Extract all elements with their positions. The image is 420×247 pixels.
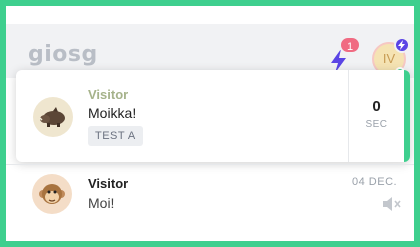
active-accent-bar	[404, 70, 410, 162]
last-message: Moikka!	[88, 105, 137, 121]
active-chat-card[interactable]: Visitor Moikka! TEST A 0 SEC	[16, 70, 410, 162]
top-strip	[6, 6, 414, 24]
monkey-avatar	[32, 174, 72, 214]
message-date: 04 DEC.	[352, 176, 398, 188]
visitor-name: Visitor	[88, 87, 129, 102]
boar-avatar	[33, 97, 73, 137]
monkey-icon	[39, 184, 65, 204]
user-initials: IV	[382, 51, 396, 66]
user-bolt-badge-icon	[394, 37, 410, 53]
last-message: Moi!	[88, 195, 115, 211]
notification-badge[interactable]: 1	[339, 36, 362, 54]
timer-value: 0	[372, 98, 381, 115]
boar-icon	[39, 107, 65, 127]
muted-speaker-icon	[383, 197, 401, 211]
visitor-name: Visitor	[88, 176, 129, 191]
room-tag: TEST A	[88, 126, 143, 146]
giosg-logo: giosg	[28, 42, 98, 67]
chat-panel: giosg 1 IV Visitor Moikka! TEST A 0 SEC …	[6, 6, 414, 241]
wait-timer: 0 SEC	[348, 70, 404, 162]
list-divider	[6, 164, 414, 165]
timer-unit: SEC	[365, 119, 388, 130]
